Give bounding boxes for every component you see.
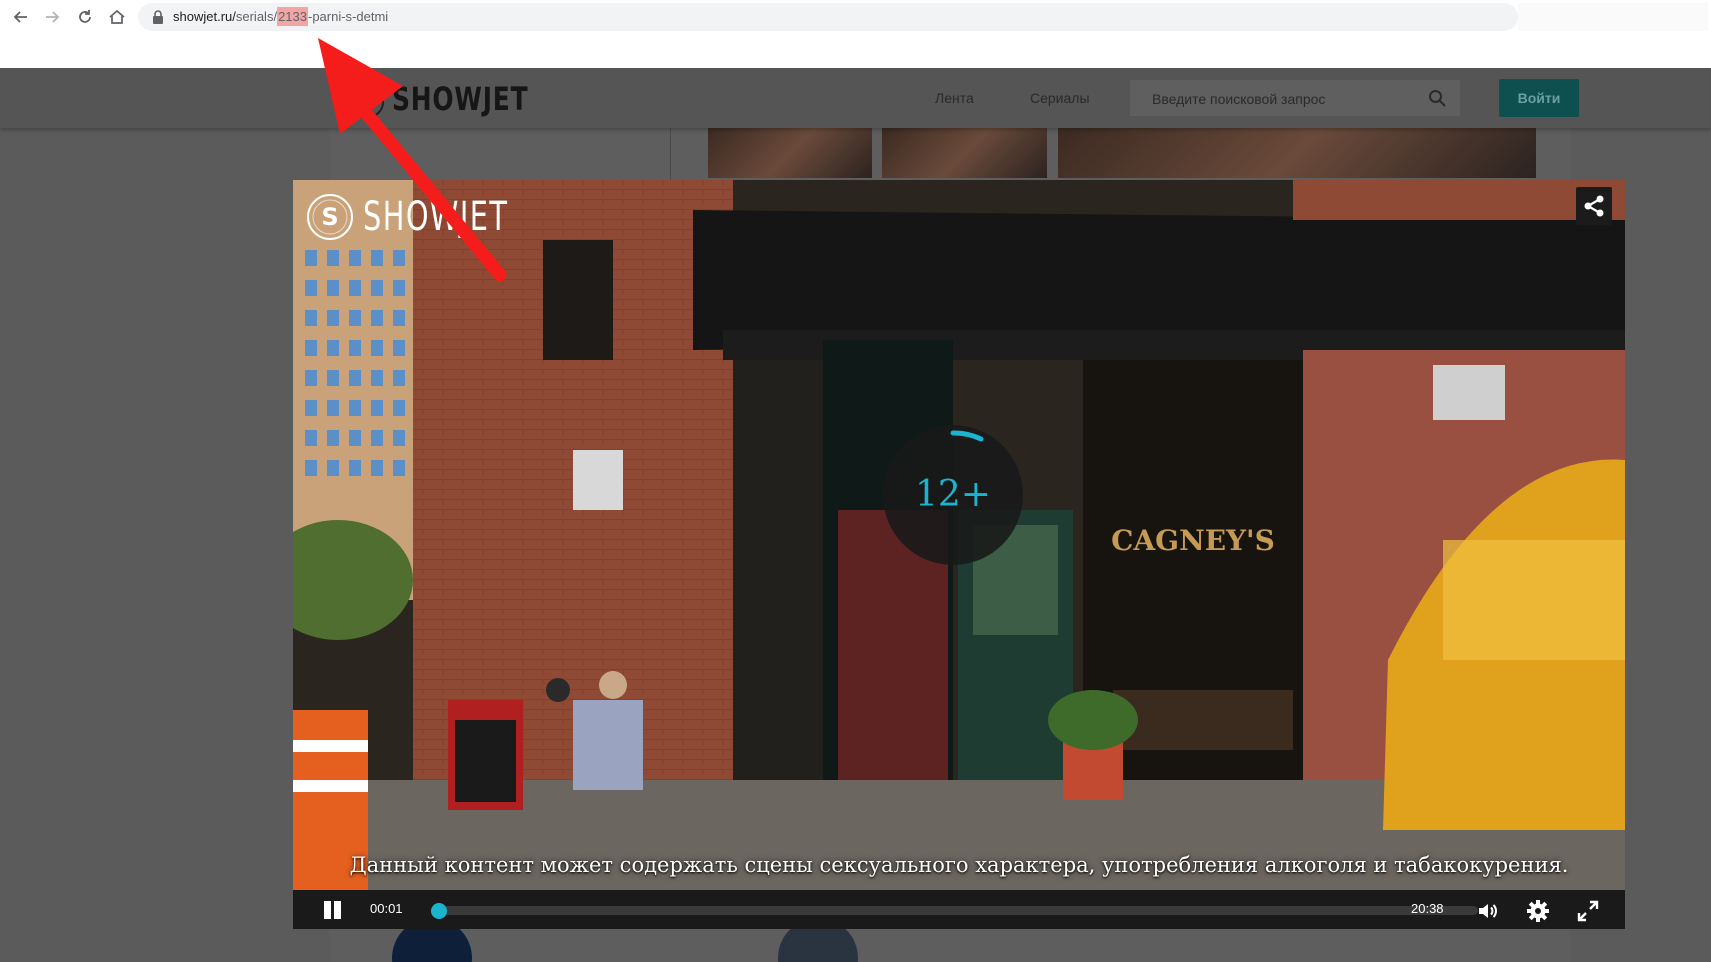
progress-bar[interactable]	[431, 903, 1478, 919]
lock-icon	[153, 10, 163, 24]
duration-time: 20:38	[1411, 901, 1444, 916]
site-header: SHOWJET Лента Сериалы Войти	[0, 68, 1711, 128]
site-logo[interactable]: SHOWJET	[392, 80, 528, 118]
fullscreen-icon	[1577, 900, 1599, 922]
settings-gear-icon	[1527, 900, 1549, 922]
toolbar-extensions-area	[1518, 3, 1708, 31]
arrow-right-icon	[46, 11, 60, 23]
arrow-left-icon	[13, 11, 27, 23]
showjet-s-icon: S	[307, 194, 353, 240]
nav-feed-link[interactable]: Лента	[935, 90, 974, 106]
reload-button[interactable]	[74, 6, 96, 28]
reload-icon	[79, 10, 91, 23]
age-rating-badge: 12+	[883, 425, 1023, 565]
svg-text:CAGNEY'S: CAGNEY'S	[1111, 524, 1275, 557]
progress-handle[interactable]	[431, 903, 448, 919]
settings-button[interactable]	[1526, 899, 1550, 923]
back-button[interactable]	[10, 6, 32, 28]
home-button[interactable]	[106, 6, 128, 28]
current-time: 00:01	[370, 901, 403, 916]
address-bar[interactable]: showjet.ru/serials/2133-parni-s-detmi	[138, 3, 1518, 31]
search-input[interactable]	[1150, 88, 1424, 110]
player-logo-text: SHOWJET	[363, 194, 509, 240]
home-icon	[109, 9, 125, 24]
player-controls: 00:01 20:38	[293, 890, 1625, 929]
pause-button[interactable]	[321, 899, 343, 921]
video-player[interactable]: CAGNEY'S S SHOWJET 12+ Данный контент мо…	[293, 180, 1625, 929]
volume-button[interactable]	[1476, 899, 1500, 923]
nav-serials-link[interactable]: Сериалы	[1030, 90, 1090, 106]
player-logo: S SHOWJET	[305, 192, 565, 242]
episode-thumbnail[interactable]	[1058, 128, 1536, 178]
url-highlight: 2133	[277, 7, 308, 26]
share-button[interactable]	[1576, 187, 1612, 225]
search-icon[interactable]	[1428, 89, 1446, 107]
site-logo-mark	[352, 86, 384, 118]
age-rating-text: 12+	[915, 474, 991, 515]
url-text: showjet.ru/serials/2133-parni-s-detmi	[173, 7, 389, 26]
login-button[interactable]: Войти	[1499, 79, 1579, 117]
svg-text:S: S	[321, 203, 338, 231]
episode-thumbnail[interactable]	[882, 128, 1047, 178]
pause-icon	[324, 901, 331, 919]
fullscreen-button[interactable]	[1576, 899, 1600, 923]
forward-button[interactable]	[41, 6, 63, 28]
content-warning: Данный контент может содержать сцены сек…	[349, 853, 1569, 877]
share-icon	[1584, 195, 1604, 217]
browser-toolbar: showjet.ru/serials/2133-parni-s-detmi	[0, 0, 1711, 68]
search-box	[1130, 80, 1460, 116]
volume-icon	[1479, 904, 1497, 918]
episode-thumbnail[interactable]	[708, 128, 872, 178]
